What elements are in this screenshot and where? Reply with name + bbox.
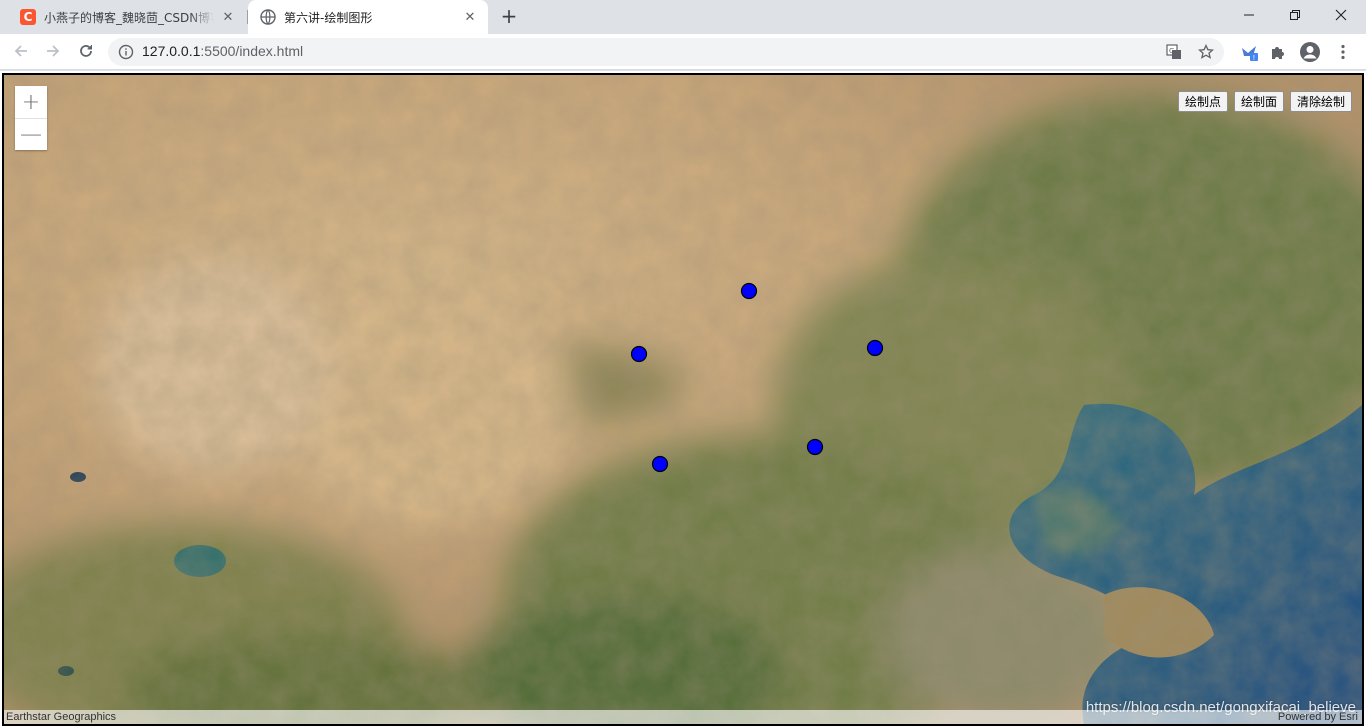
attribution-source[interactable]: Earthstar Geographics [6, 710, 116, 724]
url-host: 127.0.0.1 [142, 43, 201, 59]
draw-toolbar: 绘制点 绘制面 清除绘制 [1177, 91, 1352, 112]
map-container[interactable]: + — 绘制点 绘制面 清除绘制 https://blog.csdn.net/g… [2, 73, 1364, 726]
drawn-point[interactable] [806, 438, 824, 456]
restore-button[interactable] [1272, 0, 1318, 30]
svg-text:G: G [1169, 47, 1174, 55]
tab-strip: C 小燕子的博客_魏晓茴_CSDN博客 ✕ 第六讲-绘制图形 ✕ + [0, 0, 1366, 34]
tab-title: 第六讲-绘制图形 [284, 10, 373, 25]
reload-button[interactable] [72, 37, 100, 65]
svg-text:!: ! [1253, 54, 1256, 62]
satellite-basemap[interactable] [4, 75, 1362, 724]
browser-toolbar: 127.0.0.1:5500/index.html G ! [0, 34, 1366, 70]
draw-point-button[interactable]: 绘制点 [1177, 91, 1228, 112]
globe-icon [260, 9, 276, 25]
bookmark-star-icon[interactable] [1197, 43, 1215, 61]
more-menu-icon[interactable] [1330, 39, 1356, 65]
tab-drawing-page[interactable]: 第六讲-绘制图形 ✕ [248, 0, 488, 34]
address-bar[interactable]: 127.0.0.1:5500/index.html G [108, 38, 1224, 66]
new-tab-button[interactable]: + [498, 6, 520, 28]
tab-csdn-blog[interactable]: C 小燕子的博客_魏晓茴_CSDN博客 ✕ [8, 0, 246, 34]
drawn-point[interactable] [651, 455, 669, 473]
back-button[interactable] [7, 37, 35, 65]
clear-drawing-button[interactable]: 清除绘制 [1289, 91, 1352, 112]
csdn-logo-letter: C [20, 9, 36, 25]
close-tab-icon[interactable]: ✕ [220, 9, 236, 25]
attribution-powered-by[interactable]: Powered by Esri [1278, 710, 1358, 724]
extension-badge-icon[interactable]: ! [1236, 39, 1262, 65]
profile-avatar-icon[interactable] [1297, 39, 1323, 65]
page-viewport: + — 绘制点 绘制面 清除绘制 https://blog.csdn.net/g… [0, 71, 1366, 726]
map-attribution: Earthstar Geographics Powered by Esri [4, 710, 1362, 724]
drawn-point[interactable] [866, 339, 884, 357]
csdn-logo-icon: C [20, 9, 36, 25]
drawn-point[interactable] [740, 282, 758, 300]
close-window-button[interactable] [1318, 0, 1364, 30]
tab-title: 小燕子的博客_魏晓茴_CSDN博客 [44, 10, 214, 25]
zoom-out-button[interactable]: — [15, 118, 47, 150]
draw-polygon-button[interactable]: 绘制面 [1233, 91, 1284, 112]
url-path: :5500/index.html [200, 43, 304, 59]
zoom-in-button[interactable]: + [15, 86, 47, 118]
minimize-button[interactable] [1226, 0, 1272, 30]
arrow-right-icon [47, 45, 60, 57]
info-icon[interactable] [118, 44, 134, 60]
arrow-left-icon [14, 45, 27, 57]
translate-icon[interactable]: G [1165, 43, 1183, 61]
forward-button[interactable] [39, 37, 67, 65]
drawn-point[interactable] [630, 345, 648, 363]
close-tab-icon[interactable]: ✕ [462, 9, 478, 25]
url-text: 127.0.0.1:5500/index.html [142, 43, 303, 59]
reload-icon [80, 45, 92, 57]
zoom-control: + — [15, 86, 47, 150]
puzzle-extensions-icon[interactable] [1265, 39, 1291, 65]
